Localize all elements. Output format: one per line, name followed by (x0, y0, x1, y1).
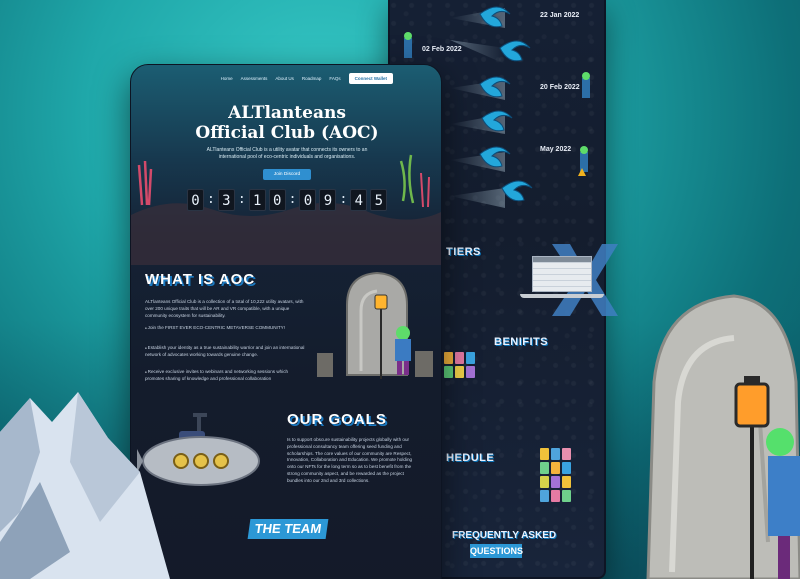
front-page-mockup: Home Assessments About Us Roadmap FAQs C… (130, 64, 442, 579)
benefits-cards (444, 352, 475, 378)
countdown-digit: 0 (299, 189, 317, 211)
nav-about-us[interactable]: About Us (275, 76, 294, 81)
timeline-date: May 2022 (540, 146, 572, 153)
seabed-illustration (131, 154, 441, 265)
countdown-digit: 0 (268, 189, 286, 211)
top-nav: Home Assessments About Us Roadmap FAQs C… (131, 65, 441, 91)
our-goals-text: Is to support obscure sustainability pro… (287, 437, 413, 483)
iceberg-illustration (0, 392, 170, 579)
tiers-table (532, 256, 592, 292)
what-is-bullet: Receive exclusive invites to webinars an… (145, 369, 305, 383)
monolith-foreground-illustration (646, 294, 800, 579)
countdown-digit: 5 (370, 189, 388, 211)
countdown-digit: 0 (187, 189, 204, 211)
tiers-title: TIERS (446, 246, 481, 258)
countdown-digit: 3 (217, 189, 235, 211)
countdown-digit: 9 (319, 189, 337, 211)
hero-title: ALTlanteans Official Club (AOC) (195, 103, 379, 143)
nav-assessments[interactable]: Assessments (241, 76, 268, 81)
what-is-bullet: Join the FIRST EVER ECO-CENTRIC METAVERS… (145, 325, 295, 332)
faq-title-line2: QUESTIONS (470, 544, 524, 558)
nav-faqs[interactable]: FAQs (329, 76, 340, 81)
countdown-digit: 4 (350, 189, 368, 211)
the-team-title: THE TEAM (247, 519, 329, 539)
what-is-aoc-intro: ALTlanteans Official Club is a collectio… (145, 299, 304, 318)
faq-title-line1: FREQUENTLY ASKED (452, 530, 557, 541)
timeline-date: 20 Feb 2022 (540, 84, 580, 91)
laptop-base (520, 294, 604, 298)
schedule-title: HEDULE (446, 452, 495, 464)
our-goals-title: OUR GOALS (287, 411, 387, 428)
countdown-digit: 1 (248, 189, 266, 211)
schedule-cards (540, 448, 571, 502)
connect-wallet-button[interactable]: Connect Wallet (348, 72, 393, 84)
timeline-date: 22 Jan 2022 (540, 12, 580, 19)
join-discord-button[interactable]: Join Discord (263, 169, 311, 180)
countdown-timer: 0 : 3 : 1 0 : 0 9 : 4 5 (187, 189, 388, 211)
hero-subtitle: ALTlanteans Official Club is a utility a… (206, 147, 368, 160)
what-is-aoc-title: WHAT IS AOC (145, 271, 256, 288)
timeline-date: 02 Feb 2022 (422, 46, 462, 53)
monolith-robot-illustration (317, 271, 433, 379)
nav-home[interactable]: Home (221, 76, 233, 81)
what-is-bullet: Establish your identity as a true sustai… (145, 345, 305, 359)
benefits-title: BENIFITS (494, 336, 549, 348)
nav-roadmap[interactable]: Roadmap (302, 76, 322, 81)
